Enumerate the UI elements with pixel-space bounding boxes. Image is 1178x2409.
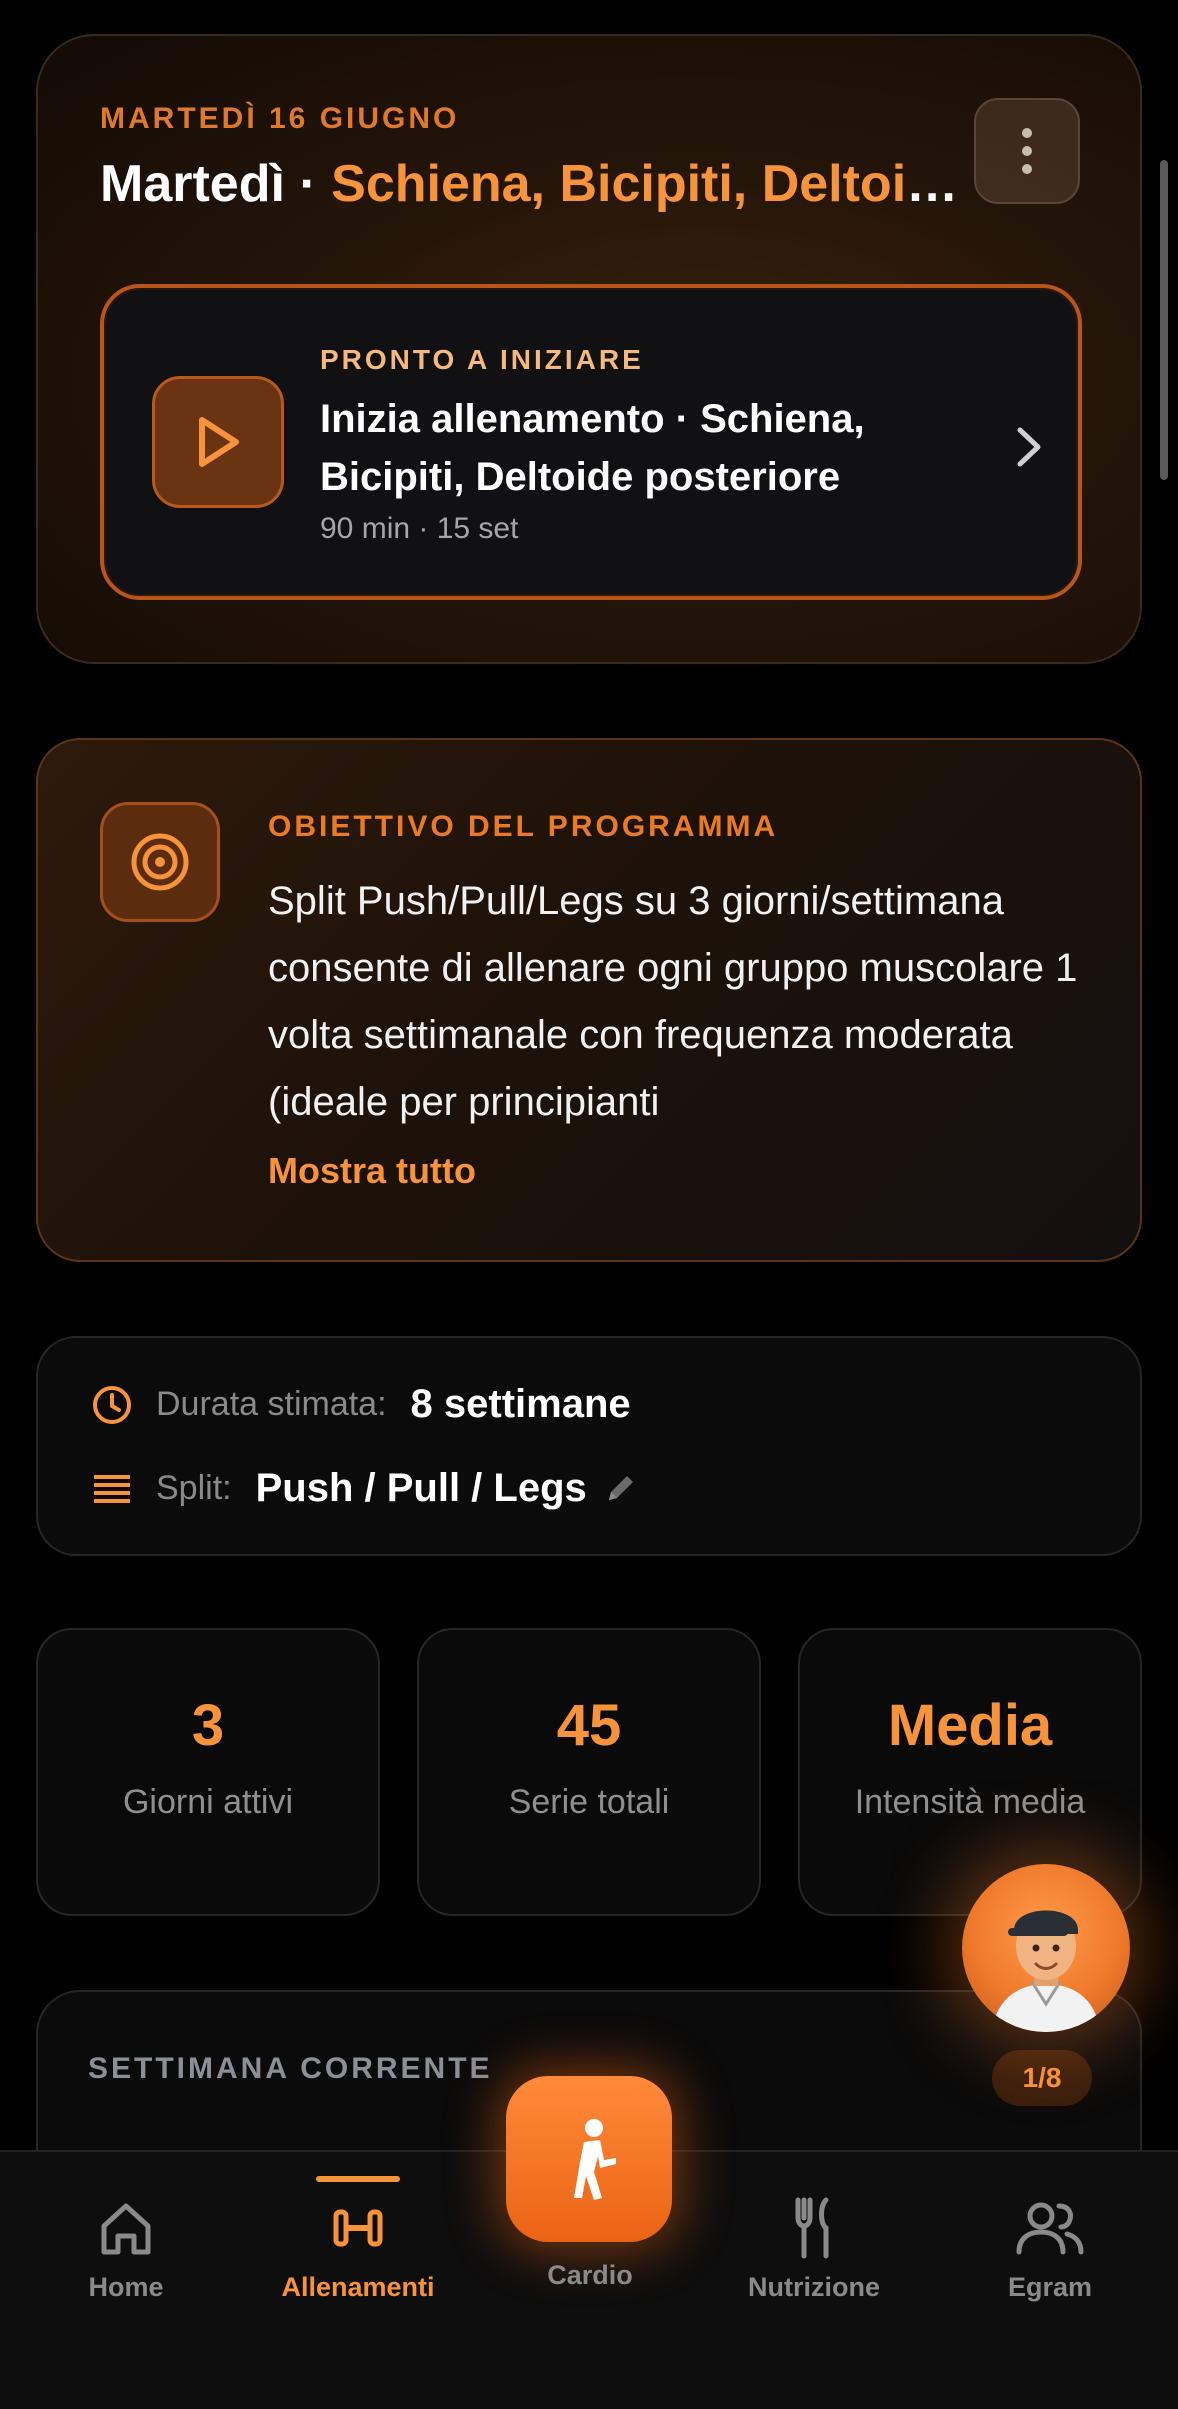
date-label: MARTEDÌ 16 GIUGNO	[100, 102, 460, 135]
duration-row: Durata stimata: 8 settimane	[90, 1382, 631, 1427]
nav-workouts[interactable]: Allenamenti	[258, 2192, 458, 2303]
split-value: Push / Pull / Legs	[255, 1466, 587, 1510]
coach-avatar-icon	[992, 1910, 1100, 2032]
users-icon	[1016, 2202, 1084, 2255]
nav-label[interactable]: Cardio	[490, 2260, 690, 2291]
program-goal-card: OBIETTIVO DEL PROGRAMMA Split Push/Pull/…	[36, 738, 1142, 1262]
more-vertical-icon	[1022, 128, 1032, 174]
muscle-groups: Schiena, Bicipiti, Deltoide posteriore	[331, 155, 980, 213]
goal-label: OBIETTIVO DEL PROGRAMMA	[268, 810, 779, 843]
nav-home[interactable]: Home	[26, 2192, 226, 2303]
program-info-card: Durata stimata: 8 settimane Split: Push …	[36, 1336, 1142, 1556]
start-workout-title: Inizia allenamento · Schiena, Bicipiti, …	[320, 397, 865, 499]
duration-label: Durata stimata:	[156, 1385, 387, 1423]
play-button[interactable]	[152, 376, 284, 508]
fork-knife-icon	[795, 2197, 829, 2259]
stat-value: 45	[556, 1693, 622, 1758]
list-icon	[94, 1474, 130, 1503]
stat-value: Media	[887, 1693, 1053, 1758]
chevron-right-icon	[1017, 427, 1041, 467]
dumbbell-icon	[333, 2209, 383, 2247]
current-week-label: SETTIMANA CORRENTE	[88, 2052, 493, 2085]
scrollbar[interactable]	[1160, 160, 1168, 480]
split-label: Split:	[156, 1469, 232, 1507]
nav-label: Nutrizione	[748, 2272, 880, 2302]
play-icon	[199, 417, 239, 467]
running-icon	[574, 2119, 616, 2200]
coach-avatar-button[interactable]	[962, 1864, 1130, 2032]
goal-description: Split Push/Pull/Legs su 3 giorni/settima…	[268, 879, 1078, 1124]
start-workout-card[interactable]: PRONTO A INIZIARE Inizia allenamento · S…	[100, 284, 1082, 600]
nav-egram[interactable]: Egram	[950, 2192, 1150, 2303]
active-tab-indicator	[316, 2176, 400, 2182]
stat-caption: Intensità media	[854, 1783, 1086, 1821]
duration-value: 8 settimane	[410, 1382, 631, 1426]
nav-label: Home	[88, 2272, 164, 2302]
goal-icon-box	[100, 802, 220, 922]
stat-value: 3	[191, 1693, 225, 1758]
ready-label: PRONTO A INIZIARE	[320, 344, 644, 375]
edit-split-icon[interactable]	[603, 1472, 637, 1506]
nav-label: Allenamenti	[281, 2272, 435, 2302]
week-progress-badge: 1/8	[992, 2050, 1092, 2106]
stat-caption: Giorni attivi	[122, 1783, 294, 1821]
stat-caption: Serie totali	[508, 1783, 670, 1821]
more-options-button[interactable]	[974, 98, 1080, 204]
workout-meta: 90 min · 15 set	[320, 512, 519, 545]
day-name: Martedì ·	[100, 155, 332, 213]
stat-intensity: Media Intensità media	[798, 1628, 1142, 1916]
app-screen: MARTEDÌ 16 GIUGNO Martedì · Schiena, Bic…	[0, 0, 1178, 2409]
clock-icon	[93, 1385, 131, 1424]
target-icon	[131, 833, 189, 891]
today-header-card: MARTEDÌ 16 GIUGNO Martedì · Schiena, Bic…	[36, 34, 1142, 664]
stat-total-sets: 45 Serie totali	[417, 1628, 761, 1916]
workout-day-title: Martedì · Schiena, Bicipiti, Deltoide po…	[100, 154, 980, 214]
nav-cardio-button[interactable]	[506, 2076, 672, 2242]
show-more-link[interactable]: Mostra tutto	[268, 1150, 476, 1192]
stat-active-days: 3 Giorni attivi	[36, 1628, 380, 1916]
home-icon	[101, 2203, 151, 2255]
nav-label: Egram	[1007, 2272, 1093, 2302]
split-row: Split: Push / Pull / Legs	[90, 1466, 637, 1511]
nav-nutrition[interactable]: Nutrizione	[714, 2192, 914, 2303]
